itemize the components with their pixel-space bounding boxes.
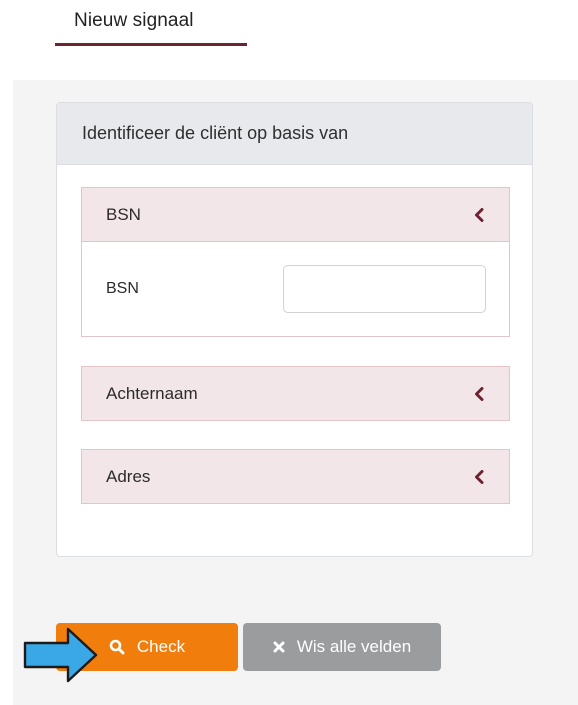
accordion-title-adres: Adres	[106, 466, 151, 486]
check-button-label: Check	[136, 637, 186, 656]
pointer-arrow-icon	[23, 627, 98, 683]
accordion-header-achternaam[interactable]: Achternaam	[82, 367, 509, 420]
panel-heading: Identificeer de cliënt op basis van	[57, 103, 532, 165]
accordion-bsn: BSN BSN	[81, 187, 510, 337]
bsn-field-label: BSN	[106, 280, 139, 297]
accordion-achternaam: Achternaam	[81, 366, 510, 421]
identify-client-panel: Identificeer de cliënt op basis van BSN …	[56, 102, 533, 557]
accordion-header-adres[interactable]: Adres	[82, 450, 509, 503]
chevron-left-icon	[471, 469, 487, 485]
accordion-header-bsn[interactable]: BSN	[82, 188, 509, 241]
accordion-body-bsn: BSN	[82, 241, 509, 336]
close-icon	[273, 641, 285, 653]
accordion-adres: Adres	[81, 449, 510, 504]
page-tab[interactable]: Nieuw signaal	[55, 0, 247, 48]
bsn-input[interactable]	[283, 265, 486, 313]
search-icon	[109, 639, 125, 655]
clear-all-fields-button[interactable]: Wis alle velden	[243, 623, 441, 671]
tab-active-underline	[55, 43, 247, 46]
accordion-title-bsn: BSN	[106, 204, 141, 224]
clear-button-label: Wis alle velden	[296, 637, 412, 656]
page-title: Nieuw signaal	[74, 10, 194, 31]
accordion-title-achternaam: Achternaam	[106, 383, 198, 403]
chevron-left-icon	[471, 386, 487, 402]
chevron-left-icon	[471, 207, 487, 223]
panel-heading-text: Identificeer de cliënt op basis van	[82, 123, 349, 143]
